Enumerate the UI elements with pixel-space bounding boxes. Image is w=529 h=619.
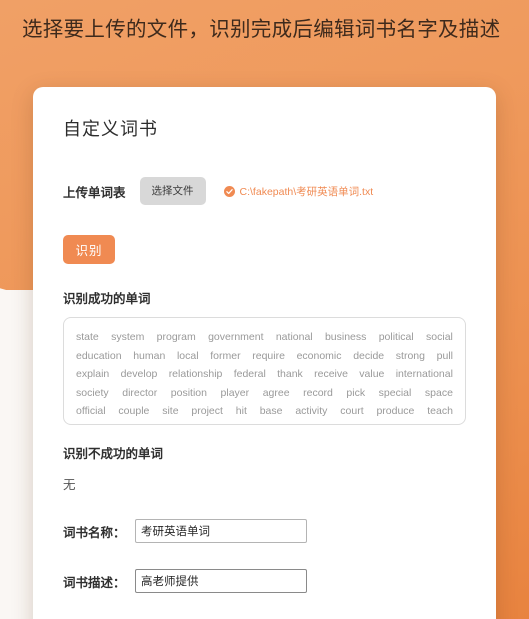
- word-item: agree: [262, 386, 290, 399]
- word-item: space: [424, 386, 453, 399]
- word-item: value: [359, 368, 385, 380]
- word-count-more-text: ...等 1000 个单词: [271, 421, 351, 425]
- word-item: produce: [376, 405, 415, 417]
- recognize-button[interactable]: 识别: [63, 235, 115, 264]
- word-row-last: industry figure clear recent ...等 1000 个单词: [76, 421, 453, 425]
- page-caption: 选择要上传的文件，识别完成后编辑词书名字及描述: [22, 18, 501, 41]
- word-item: special: [378, 386, 412, 399]
- selected-file-name-group: C:\fakepath\考研英语单词.txt: [223, 184, 374, 199]
- word-item: hit: [235, 405, 247, 417]
- word-item: couple: [118, 405, 150, 417]
- word-item: recent: [222, 421, 251, 425]
- upload-row: 上传单词表 选择文件 C:\fakepath\考研英语单词.txt: [63, 177, 466, 205]
- word-item: government: [208, 331, 264, 343]
- word-item: figure: [133, 421, 159, 425]
- word-item: education: [76, 349, 122, 362]
- fail-section-label: 识别不成功的单词: [63, 447, 164, 461]
- word-item: system: [111, 331, 145, 343]
- wordbook-desc-row: 词书描述：: [63, 569, 466, 593]
- word-item: federal: [233, 368, 266, 380]
- word-item: teach: [427, 405, 453, 417]
- word-item: decide: [353, 349, 385, 362]
- card-title: 自定义词书: [63, 119, 158, 139]
- word-item: clear: [179, 421, 202, 425]
- word-item: social: [426, 331, 453, 343]
- wordbook-name-input[interactable]: [135, 519, 307, 543]
- word-item: project: [191, 405, 223, 417]
- custom-wordbook-card: 自定义词书 上传单词表 选择文件 C:\fakepath\考研英语单词.txt …: [33, 87, 496, 619]
- word-item: human: [133, 349, 166, 362]
- upload-label: 上传单词表: [63, 185, 126, 200]
- wordbook-desc-label: 词书描述：: [63, 575, 126, 590]
- word-row: education human local former require economic…: [76, 347, 453, 366]
- word-item: program: [156, 331, 196, 343]
- word-row: state system program government national busi…: [76, 328, 453, 347]
- choose-file-button[interactable]: 选择文件: [139, 177, 206, 205]
- word-item: position: [170, 386, 207, 399]
- word-row: explain develop relationship federal thank re…: [76, 365, 453, 384]
- word-item: society: [76, 386, 109, 399]
- word-item: political: [378, 331, 414, 343]
- word-item: explain: [76, 368, 110, 380]
- recognized-words-box: state system program government national busi…: [63, 317, 466, 425]
- word-item: pick: [346, 386, 366, 399]
- word-item: official: [76, 405, 106, 417]
- word-item: state: [76, 331, 99, 343]
- success-section-label: 识别成功的单词: [63, 292, 151, 306]
- word-item: economic: [296, 349, 342, 362]
- word-item: international: [395, 368, 453, 380]
- wordbook-name-label: 词书名称：: [63, 525, 126, 540]
- check-circle-icon: [223, 185, 235, 197]
- word-item: court: [340, 405, 364, 417]
- word-item: director: [122, 386, 158, 399]
- word-row: official couple site project hit base activity…: [76, 402, 453, 421]
- word-item: strong: [395, 349, 425, 362]
- word-item: require: [252, 349, 285, 362]
- wordbook-desc-input[interactable]: [135, 569, 307, 593]
- app-screen: 选择要上传的文件，识别完成后编辑词书名字及描述 自定义词书 上传单词表 选择文件…: [0, 0, 529, 619]
- word-item: receive: [314, 368, 348, 380]
- word-item: thank: [277, 368, 303, 380]
- word-item: player: [220, 386, 250, 399]
- word-item: record: [303, 386, 333, 399]
- word-item: industry: [76, 421, 113, 425]
- word-item: base: [259, 405, 283, 417]
- word-item: relationship: [168, 368, 223, 380]
- word-item: site: [162, 405, 179, 417]
- word-item: local: [176, 349, 199, 362]
- word-item: activity: [295, 405, 328, 417]
- word-item: business: [324, 331, 367, 343]
- word-item: pull: [436, 349, 453, 362]
- wordbook-name-row: 词书名称：: [63, 519, 466, 543]
- word-item: national: [275, 331, 313, 343]
- selected-file-name: C:\fakepath\考研英语单词.txt: [239, 185, 374, 198]
- word-item: former: [210, 349, 241, 362]
- word-row: society director position player agree record…: [76, 384, 453, 403]
- fail-section-value: 无: [63, 478, 76, 492]
- word-item: develop: [120, 368, 158, 380]
